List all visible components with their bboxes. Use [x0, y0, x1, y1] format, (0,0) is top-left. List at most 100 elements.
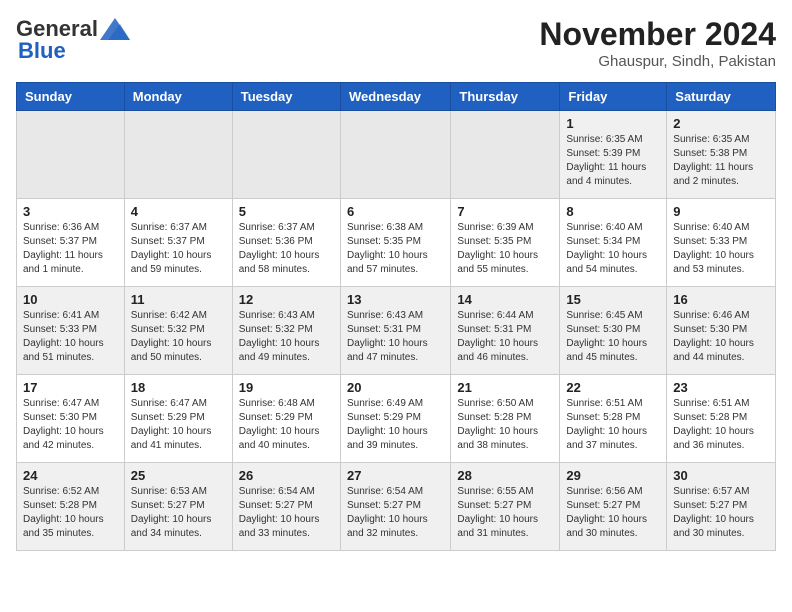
- table-row: 2Sunrise: 6:35 AM Sunset: 5:38 PM Daylig…: [667, 111, 776, 199]
- table-row: [232, 111, 340, 199]
- location-title: Ghauspur, Sindh, Pakistan: [539, 53, 776, 70]
- day-number: 25: [131, 468, 226, 483]
- header-monday: Monday: [124, 83, 232, 111]
- table-row: 11Sunrise: 6:42 AM Sunset: 5:32 PM Dayli…: [124, 287, 232, 375]
- day-number: 14: [457, 292, 553, 307]
- table-row: 8 Sunrise: 6:40 AM Sunset: 5:34 PM Daylig…: [560, 199, 667, 287]
- day-info: Sunrise: 6:52 AM Sunset: 5:28 PM Dayligh…: [23, 485, 118, 541]
- table-row: 6 Sunrise: 6:38 AM Sunset: 5:35 PM Daylig…: [340, 199, 450, 287]
- logo-icon: [100, 18, 130, 40]
- table-row: 27 Sunrise: 6:54 AM Sunset: 5:27 PM Dayli…: [340, 463, 450, 551]
- day-info: Sunrise: 6:48 AM Sunset: 5:29 PM Dayligh…: [239, 397, 334, 453]
- day-info: Sunrise: 6:38 AM Sunset: 5:35 PM Dayligh…: [347, 221, 444, 277]
- day-number: 27: [347, 468, 444, 483]
- weekday-header-row: Sunday Monday Tuesday Wednesday Thursday…: [17, 83, 776, 111]
- table-row: 30Sunrise: 6:57 AM Sunset: 5:27 PM Dayli…: [667, 463, 776, 551]
- calendar-week-row: 1 Sunrise: 6:35 AM Sunset: 5:39 PM Daylig…: [17, 111, 776, 199]
- table-row: 18 Sunrise: 6:47 AM Sunset: 5:29 PM Dayli…: [124, 375, 232, 463]
- table-row: [340, 111, 450, 199]
- day-number: 20: [347, 380, 444, 395]
- day-number: 10: [23, 292, 118, 307]
- day-info: Sunrise: 6:35 AM Sunset: 5:39 PM Dayligh…: [566, 133, 660, 189]
- logo-blue: Blue: [18, 38, 66, 64]
- day-number: 15: [566, 292, 660, 307]
- day-number: 17: [23, 380, 118, 395]
- table-row: 13 Sunrise: 6:43 AM Sunset: 5:31 PM Dayli…: [340, 287, 450, 375]
- day-info: Sunrise: 6:37 AM Sunset: 5:36 PM Dayligh…: [239, 221, 334, 277]
- day-number: 5: [239, 204, 334, 219]
- day-number: 21: [457, 380, 553, 395]
- table-row: 15 Sunrise: 6:45 AM Sunset: 5:30 PM Dayli…: [560, 287, 667, 375]
- table-row: 28 Sunrise: 6:55 AM Sunset: 5:27 PM Dayli…: [451, 463, 560, 551]
- table-row: [451, 111, 560, 199]
- day-info: Sunrise: 6:45 AM Sunset: 5:30 PM Dayligh…: [566, 309, 660, 365]
- day-info: Sunrise: 6:43 AM Sunset: 5:32 PM Dayligh…: [239, 309, 334, 365]
- table-row: 1 Sunrise: 6:35 AM Sunset: 5:39 PM Daylig…: [560, 111, 667, 199]
- header-sunday: Sunday: [17, 83, 125, 111]
- day-info: Sunrise: 6:47 AM Sunset: 5:29 PM Dayligh…: [131, 397, 226, 453]
- table-row: 16 Sunrise: 6:46 AM Sunset: 5:30 PM Dayli…: [667, 287, 776, 375]
- day-number: 16: [673, 292, 769, 307]
- day-number: 28: [457, 468, 553, 483]
- header-friday: Friday: [560, 83, 667, 111]
- day-info: Sunrise: 6:51 AM Sunset: 5:28 PM Dayligh…: [673, 397, 769, 453]
- day-number: 29: [566, 468, 660, 483]
- table-row: [17, 111, 125, 199]
- table-row: 14 Sunrise: 6:44 AM Sunset: 5:31 PM Dayli…: [451, 287, 560, 375]
- day-number: 9: [673, 204, 769, 219]
- day-number: 12: [239, 292, 334, 307]
- day-info: Sunrise: 6:54 AM Sunset: 5:27 PM Dayligh…: [347, 485, 444, 541]
- header-tuesday: Tuesday: [232, 83, 340, 111]
- day-number: 4: [131, 204, 226, 219]
- header-wednesday: Wednesday: [340, 83, 450, 111]
- day-info: Sunrise: 6:40 AM Sunset: 5:34 PM Dayligh…: [566, 221, 660, 277]
- title-area: November 2024 Ghauspur, Sindh, Pakistan: [539, 16, 776, 70]
- day-info: Sunrise: 6:55 AM Sunset: 5:27 PM Dayligh…: [457, 485, 553, 541]
- calendar-week-row: 10 Sunrise: 6:41 AM Sunset: 5:33 PM Dayli…: [17, 287, 776, 375]
- table-row: 5 Sunrise: 6:37 AM Sunset: 5:36 PM Daylig…: [232, 199, 340, 287]
- day-info: Sunrise: 6:35 AM Sunset: 5:38 PM Dayligh…: [673, 133, 769, 189]
- day-info: Sunrise: 6:37 AM Sunset: 5:37 PM Dayligh…: [131, 221, 226, 277]
- table-row: 20Sunrise: 6:49 AM Sunset: 5:29 PM Dayli…: [340, 375, 450, 463]
- day-number: 26: [239, 468, 334, 483]
- day-info: Sunrise: 6:51 AM Sunset: 5:28 PM Dayligh…: [566, 397, 660, 453]
- day-number: 3: [23, 204, 118, 219]
- table-row: 26 Sunrise: 6:54 AM Sunset: 5:27 PM Dayli…: [232, 463, 340, 551]
- calendar-week-row: 17 Sunrise: 6:47 AM Sunset: 5:30 PM Dayli…: [17, 375, 776, 463]
- day-number: 23: [673, 380, 769, 395]
- header-saturday: Saturday: [667, 83, 776, 111]
- day-info: Sunrise: 6:54 AM Sunset: 5:27 PM Dayligh…: [239, 485, 334, 541]
- logo: General Blue: [16, 16, 130, 64]
- day-number: 8: [566, 204, 660, 219]
- day-number: 18: [131, 380, 226, 395]
- day-info: Sunrise: 6:44 AM Sunset: 5:31 PM Dayligh…: [457, 309, 553, 365]
- day-info: Sunrise: 6:43 AM Sunset: 5:31 PM Dayligh…: [347, 309, 444, 365]
- day-info: Sunrise: 6:39 AM Sunset: 5:35 PM Dayligh…: [457, 221, 553, 277]
- table-row: 29Sunrise: 6:56 AM Sunset: 5:27 PM Dayli…: [560, 463, 667, 551]
- calendar-week-row: 24Sunrise: 6:52 AM Sunset: 5:28 PM Dayli…: [17, 463, 776, 551]
- header-thursday: Thursday: [451, 83, 560, 111]
- day-number: 7: [457, 204, 553, 219]
- table-row: [124, 111, 232, 199]
- day-info: Sunrise: 6:46 AM Sunset: 5:30 PM Dayligh…: [673, 309, 769, 365]
- calendar-table: Sunday Monday Tuesday Wednesday Thursday…: [16, 82, 776, 551]
- table-row: 4 Sunrise: 6:37 AM Sunset: 5:37 PM Daylig…: [124, 199, 232, 287]
- table-row: 9 Sunrise: 6:40 AM Sunset: 5:33 PM Daylig…: [667, 199, 776, 287]
- day-info: Sunrise: 6:41 AM Sunset: 5:33 PM Dayligh…: [23, 309, 118, 365]
- day-number: 22: [566, 380, 660, 395]
- day-number: 13: [347, 292, 444, 307]
- table-row: 24Sunrise: 6:52 AM Sunset: 5:28 PM Dayli…: [17, 463, 125, 551]
- day-number: 30: [673, 468, 769, 483]
- table-row: 7 Sunrise: 6:39 AM Sunset: 5:35 PM Daylig…: [451, 199, 560, 287]
- day-info: Sunrise: 6:42 AM Sunset: 5:32 PM Dayligh…: [131, 309, 226, 365]
- table-row: 17 Sunrise: 6:47 AM Sunset: 5:30 PM Dayli…: [17, 375, 125, 463]
- day-number: 6: [347, 204, 444, 219]
- day-number: 1: [566, 116, 660, 131]
- day-info: Sunrise: 6:50 AM Sunset: 5:28 PM Dayligh…: [457, 397, 553, 453]
- day-info: Sunrise: 6:47 AM Sunset: 5:30 PM Dayligh…: [23, 397, 118, 453]
- table-row: 10 Sunrise: 6:41 AM Sunset: 5:33 PM Dayli…: [17, 287, 125, 375]
- table-row: 21 Sunrise: 6:50 AM Sunset: 5:28 PM Dayli…: [451, 375, 560, 463]
- day-info: Sunrise: 6:40 AM Sunset: 5:33 PM Dayligh…: [673, 221, 769, 277]
- calendar-week-row: 3Sunrise: 6:36 AM Sunset: 5:37 PM Daylig…: [17, 199, 776, 287]
- table-row: 23 Sunrise: 6:51 AM Sunset: 5:28 PM Dayli…: [667, 375, 776, 463]
